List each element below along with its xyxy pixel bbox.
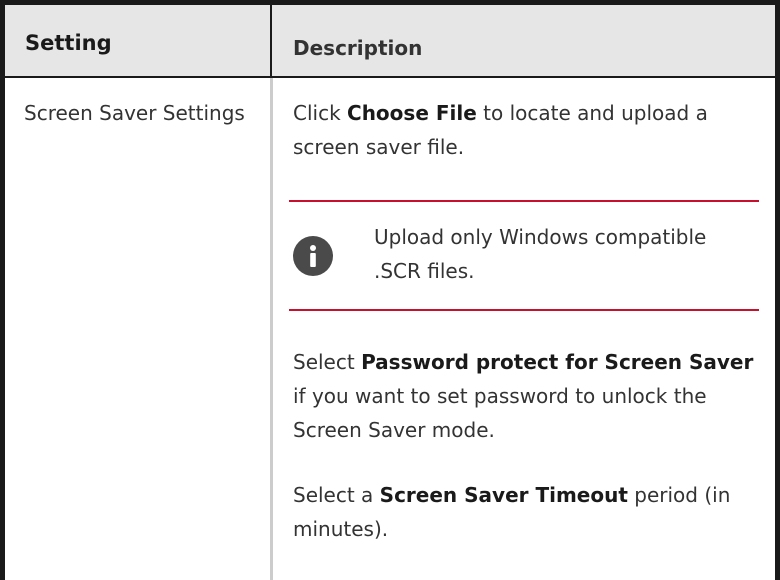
p2-bold: Password protect for Screen Saver xyxy=(361,350,754,374)
description-paragraph-timeout: Select a Screen Saver Timeout period (in… xyxy=(293,478,759,546)
description-paragraph-password: Select Password protect for Screen Saver… xyxy=(293,345,759,447)
note-bottom-rule xyxy=(289,309,759,311)
table-left-border xyxy=(0,0,5,580)
p1-bold: Choose File xyxy=(347,101,477,125)
header-column-divider xyxy=(270,5,272,76)
body-column-divider xyxy=(270,78,273,580)
p3-bold: Screen Saver Timeout xyxy=(379,483,628,507)
table-right-border xyxy=(775,0,780,580)
p3-pre: Select a xyxy=(293,483,380,507)
note-text: Upload only Windows compatible .SCR file… xyxy=(374,225,707,283)
table-top-border xyxy=(0,0,780,5)
setting-cell: Screen Saver Settings xyxy=(24,101,245,125)
header-description: Description xyxy=(293,36,423,60)
note-callout: Upload only Windows compatible .SCR file… xyxy=(289,200,759,311)
note-top-rule xyxy=(289,200,759,202)
settings-table: Setting Description Screen Saver Setting… xyxy=(0,0,780,580)
p2-post: if you want to set password to unlock th… xyxy=(293,384,707,442)
description-paragraph-choose-file: Click Choose File to locate and upload a… xyxy=(293,96,759,164)
info-icon xyxy=(293,236,333,276)
p2-pre: Select xyxy=(293,350,362,374)
header-setting: Setting xyxy=(25,31,112,55)
p1-pre: Click xyxy=(293,101,348,125)
